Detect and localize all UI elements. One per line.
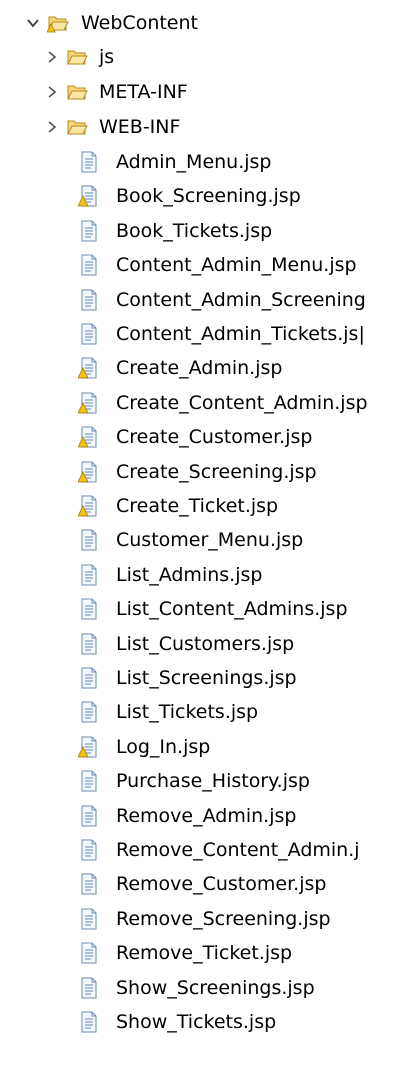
jsp-file-warning-icon bbox=[78, 495, 97, 517]
tree-item-file-create-customer-jsp[interactable]: Create_Customer.jsp bbox=[0, 420, 397, 454]
tree-item-label: Create_Ticket.jsp bbox=[116, 495, 279, 517]
jsp-file-icon bbox=[81, 667, 97, 689]
jsp-file-icon bbox=[81, 770, 97, 792]
tree-item-folder-web-inf[interactable]: WEB-INF bbox=[0, 110, 397, 144]
tree-item-label: Book_Tickets.jsp bbox=[116, 219, 273, 242]
tree-item-label: Remove_Ticket.jsp bbox=[116, 942, 293, 965]
jsp-file-warning-icon bbox=[78, 392, 97, 414]
tree-item-file-create-ticket-jsp[interactable]: Create_Ticket.jsp bbox=[0, 489, 397, 523]
tree-item-label: Book_Screening.jsp bbox=[116, 185, 301, 208]
tree-item-file-list-customers-jsp[interactable]: List_Customers.jsp bbox=[0, 627, 397, 661]
tree-item-file-log-in-jsp[interactable]: Log_In.jsp bbox=[0, 730, 397, 764]
tree-item-file-list-content-admins-jsp[interactable]: List_Content_Admins.jsp bbox=[0, 592, 397, 626]
tree-item-label: Show_Screenings.jsp bbox=[116, 976, 315, 999]
tree-item-file-list-admins-jsp[interactable]: List_Admins.jsp bbox=[0, 558, 397, 592]
jsp-file-icon bbox=[81, 633, 97, 655]
jsp-file-warning-icon bbox=[78, 357, 97, 379]
jsp-file-icon bbox=[81, 564, 97, 586]
tree-item-file-remove-admin-jsp[interactable]: Remove_Admin.jsp bbox=[0, 799, 397, 833]
jsp-file-icon bbox=[81, 908, 97, 930]
folder-icon bbox=[67, 50, 88, 65]
jsp-file-icon bbox=[81, 220, 97, 242]
jsp-file-icon bbox=[81, 873, 97, 895]
tree-item-file-create-screening-jsp[interactable]: Create_Screening.jsp bbox=[0, 455, 397, 489]
tree-item-label: Remove_Content_Admin.j bbox=[116, 839, 360, 861]
tree-item-label: Purchase_History.jsp bbox=[116, 770, 310, 793]
tree-item-file-book-tickets-jsp[interactable]: Book_Tickets.jsp bbox=[0, 214, 397, 248]
tree-item-label: Content_Admin_Tickets.js| bbox=[116, 323, 365, 345]
tree-item-file-show-screenings-jsp[interactable]: Show_Screenings.jsp bbox=[0, 971, 397, 1005]
tree-item-label: List_Screenings.jsp bbox=[116, 667, 297, 689]
folder-icon bbox=[67, 85, 88, 100]
tree-item-label: WebContent bbox=[81, 12, 198, 34]
tree-item-label: Create_Admin.jsp bbox=[116, 357, 283, 380]
tree-item-file-list-tickets-jsp[interactable]: List_Tickets.jsp bbox=[0, 695, 397, 729]
tree-item-label: Customer_Menu.jsp bbox=[116, 529, 304, 552]
jsp-file-icon bbox=[81, 805, 97, 827]
tree-item-label: Create_Customer.jsp bbox=[116, 426, 313, 449]
folder-icon bbox=[67, 120, 88, 135]
tree-item-label: Admin_Menu.jsp bbox=[116, 151, 272, 173]
tree-item-file-customer-menu-jsp[interactable]: Customer_Menu.jsp bbox=[0, 523, 397, 557]
jsp-file-icon bbox=[81, 289, 97, 311]
jsp-file-warning-icon bbox=[78, 185, 97, 207]
folder-open-warning-icon bbox=[47, 16, 69, 33]
jsp-file-icon bbox=[81, 529, 97, 551]
project-explorer-tree: WebContent js META-INF WEB-INF Admin_Men… bbox=[0, 0, 397, 1079]
tree-item-file-admin-menu-jsp[interactable]: Admin_Menu.jsp bbox=[0, 145, 397, 179]
tree-item-label: WEB-INF bbox=[99, 116, 181, 138]
tree-item-label: List_Content_Admins.jsp bbox=[116, 598, 348, 621]
tree-item-file-remove-content-admin-j[interactable]: Remove_Content_Admin.j bbox=[0, 833, 397, 867]
jsp-file-icon bbox=[81, 977, 97, 999]
tree-item-folder-meta-inf[interactable]: META-INF bbox=[0, 75, 397, 109]
tree-item-folder-js[interactable]: js bbox=[0, 40, 397, 74]
tree-item-file-remove-screening-jsp[interactable]: Remove_Screening.jsp bbox=[0, 902, 397, 936]
tree-item-label: List_Admins.jsp bbox=[116, 563, 263, 586]
tree-item-file-remove-ticket-jsp[interactable]: Remove_Ticket.jsp bbox=[0, 936, 397, 970]
tree-item-label: Show_Tickets.jsp bbox=[116, 1011, 277, 1033]
jsp-file-icon bbox=[81, 839, 97, 861]
tree-item-label: Log_In.jsp bbox=[116, 735, 211, 758]
tree-item-file-content-admin-screening[interactable]: Content_Admin_Screening bbox=[0, 283, 397, 317]
tree-item-label: List_Customers.jsp bbox=[116, 632, 295, 655]
jsp-file-warning-icon bbox=[78, 736, 97, 758]
tree-item-label: Create_Content_Admin.jsp bbox=[116, 391, 368, 414]
jsp-file-icon bbox=[81, 254, 97, 276]
tree-item-label: Remove_Customer.jsp bbox=[116, 873, 327, 896]
tree-item-label: Remove_Admin.jsp bbox=[116, 804, 297, 827]
tree-item-file-create-admin-jsp[interactable]: Create_Admin.jsp bbox=[0, 351, 397, 385]
jsp-file-warning-icon bbox=[78, 461, 97, 483]
tree-item-file-create-content-admin-jsp[interactable]: Create_Content_Admin.jsp bbox=[0, 386, 397, 420]
jsp-file-icon bbox=[81, 323, 97, 345]
tree-item-file-content-admin-tickets-js[interactable]: Content_Admin_Tickets.js| bbox=[0, 317, 397, 351]
chevron-down-icon[interactable] bbox=[26, 16, 40, 30]
chevron-right-icon[interactable] bbox=[45, 120, 59, 134]
jsp-file-icon bbox=[81, 1011, 97, 1033]
tree-item-label: List_Tickets.jsp bbox=[116, 701, 259, 724]
jsp-file-icon bbox=[81, 701, 97, 723]
tree-item-file-purchase-history-jsp[interactable]: Purchase_History.jsp bbox=[0, 764, 397, 798]
tree-item-file-list-screenings-jsp[interactable]: List_Screenings.jsp bbox=[0, 661, 397, 695]
chevron-right-icon[interactable] bbox=[45, 85, 59, 99]
tree-item-webcontent[interactable]: WebContent bbox=[0, 6, 397, 40]
tree-item-label: META-INF bbox=[99, 81, 188, 103]
tree-item-label: Content_Admin_Screening bbox=[116, 288, 366, 311]
tree-item-file-content-admin-menu-jsp[interactable]: Content_Admin_Menu.jsp bbox=[0, 248, 397, 282]
jsp-file-icon bbox=[81, 598, 97, 620]
tree-item-label: Create_Screening.jsp bbox=[116, 460, 317, 483]
tree-item-label: Content_Admin_Menu.jsp bbox=[116, 254, 357, 277]
jsp-file-icon bbox=[81, 942, 97, 964]
jsp-file-warning-icon bbox=[78, 426, 97, 448]
tree-item-file-remove-customer-jsp[interactable]: Remove_Customer.jsp bbox=[0, 867, 397, 901]
tree-item-label: js bbox=[99, 46, 115, 68]
tree-item-file-book-screening-jsp[interactable]: Book_Screening.jsp bbox=[0, 179, 397, 213]
chevron-right-icon[interactable] bbox=[45, 50, 59, 64]
tree-item-file-show-tickets-jsp[interactable]: Show_Tickets.jsp bbox=[0, 1005, 397, 1039]
tree-item-label: Remove_Screening.jsp bbox=[116, 907, 331, 930]
jsp-file-icon bbox=[81, 151, 97, 173]
